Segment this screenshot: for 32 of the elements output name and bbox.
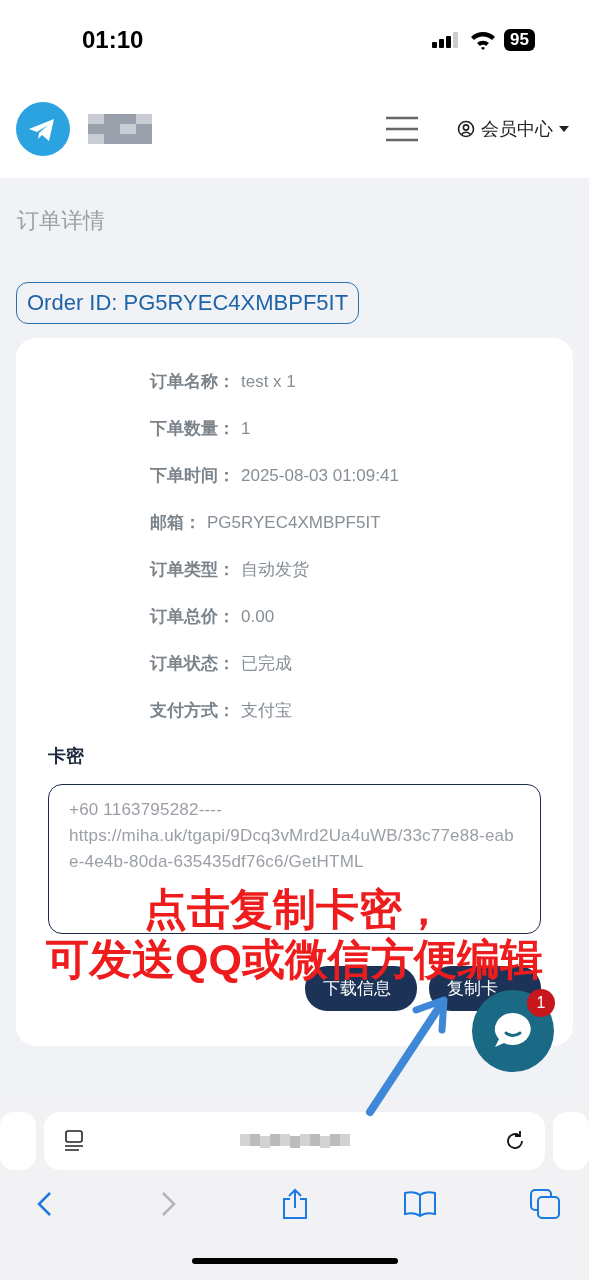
detail-label: 订单状态： <box>150 653 235 675</box>
detail-value: PG5RYEC4XMBPF5IT <box>207 512 381 533</box>
reader-icon[interactable] <box>62 1129 86 1153</box>
chevron-left-icon <box>36 1191 52 1217</box>
annotation-text: 点击复制卡密， <box>144 884 445 934</box>
detail-label: 支付方式： <box>150 700 235 722</box>
member-center-menu[interactable]: 会员中心 <box>457 117 569 141</box>
status-time: 01:10 <box>82 26 144 54</box>
detail-label: 下单数量： <box>150 418 235 440</box>
order-id-badge: Order ID: PG5RYEC4XMBPF5IT <box>16 282 360 324</box>
detail-value: 0.00 <box>241 606 275 627</box>
detail-value: 1 <box>241 418 251 439</box>
page-title: 订单详情 <box>17 207 106 235</box>
caret-icon <box>559 126 569 132</box>
detail-value: 自动发货 <box>241 559 309 581</box>
paper-plane-logo[interactable] <box>16 102 70 156</box>
wifi-icon <box>470 30 497 50</box>
detail-value: 2025-08-03 01:09:41 <box>241 465 399 486</box>
detail-label: 订单类型： <box>150 559 235 581</box>
detail-value: test x 1 <box>241 371 296 392</box>
detail-value: 支付宝 <box>241 700 292 722</box>
detail-label: 邮箱： <box>150 512 201 534</box>
detail-value: 已完成 <box>241 653 292 675</box>
card-key-label: 卡密 <box>48 745 85 768</box>
user-icon <box>457 120 475 138</box>
pixelated-redaction <box>88 113 152 145</box>
menu-icon[interactable] <box>385 115 419 143</box>
detail-label: 下单时间： <box>150 465 235 487</box>
battery-level: 95 <box>504 29 535 51</box>
detail-label: 订单总价： <box>150 606 235 628</box>
tabs-icon[interactable] <box>527 1186 563 1222</box>
detail-label: 订单名称： <box>150 371 235 393</box>
